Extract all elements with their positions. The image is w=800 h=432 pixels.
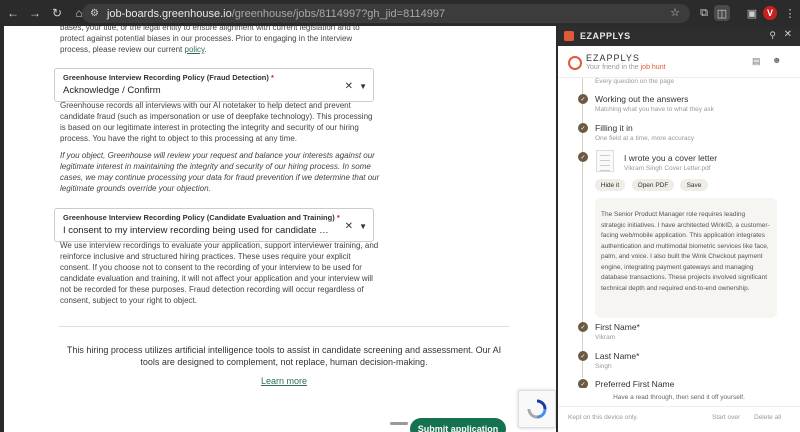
candidate-evaluation-value: I consent to my interview recording bein… bbox=[63, 225, 333, 236]
field-title: First Name* bbox=[595, 322, 640, 332]
policy-link[interactable]: policy bbox=[185, 45, 205, 54]
field-title: Last Name* bbox=[595, 351, 640, 361]
intro-paragraph: bases, your title, or the legal entity t… bbox=[60, 26, 360, 54]
ezapplys-side-panel: EZAPPLYS ⚲ ✕ EZAPPLYS Your friend in the… bbox=[558, 26, 800, 432]
side-panel-header: EZAPPLYS ⚲ ✕ bbox=[558, 26, 800, 46]
pin-icon[interactable]: ⚲ bbox=[769, 30, 776, 41]
learn-more-link[interactable]: Learn more bbox=[261, 376, 307, 386]
candidate-evaluation-description: We use interview recordings to evaluate … bbox=[60, 241, 379, 305]
field-value: Singh bbox=[595, 363, 612, 370]
clear-icon[interactable]: ✕ bbox=[345, 81, 353, 92]
check-icon: ✓ bbox=[578, 152, 588, 162]
chart-icon[interactable]: ▤ bbox=[752, 56, 761, 67]
forward-icon[interactable]: → bbox=[26, 4, 44, 22]
fraud-detection-objection: If you object, Greenhouse will review yo… bbox=[60, 151, 380, 193]
open-pdf-button[interactable]: Open PDF bbox=[632, 179, 674, 191]
hide-it-button[interactable]: Hide it bbox=[595, 179, 625, 191]
step-title: Working out the answers bbox=[595, 94, 689, 104]
save-button[interactable]: Save bbox=[680, 179, 708, 191]
chevron-down-icon[interactable]: ▼ bbox=[359, 222, 367, 231]
site-info-icon[interactable]: ⚙ bbox=[90, 8, 99, 19]
extensions-icon[interactable]: ⧉ bbox=[696, 5, 712, 21]
submit-application-button[interactable]: Submit application bbox=[410, 418, 506, 432]
check-icon: ✓ bbox=[578, 94, 588, 104]
field-value: Vikram bbox=[595, 334, 616, 341]
bookmark-star-icon[interactable]: ☆ bbox=[670, 6, 680, 19]
check-icon: ✓ bbox=[578, 351, 588, 361]
back-icon[interactable]: ← bbox=[4, 4, 22, 22]
delete-all-button[interactable]: Delete all bbox=[754, 414, 781, 421]
brand-header: EZAPPLYS Your friend in the job hunt ▤ ☻ bbox=[558, 46, 800, 78]
review-note: Have a read through, then send it off yo… bbox=[613, 394, 745, 401]
section-divider bbox=[59, 326, 509, 327]
side-panel-title: EZAPPLYS bbox=[580, 31, 631, 41]
address-bar[interactable]: ⚙ job-boards.greenhouse.io /greenhouse/j… bbox=[82, 4, 690, 23]
step-subtitle: Matching what you have to what they ask bbox=[595, 106, 714, 113]
recaptcha-icon bbox=[527, 399, 547, 419]
candidate-evaluation-label: Greenhouse Interview Recording Policy (C… bbox=[63, 213, 340, 222]
cover-letter-preview: The Senior Product Manager role requires… bbox=[595, 198, 777, 318]
document-icon bbox=[596, 150, 614, 172]
progress-steps: Every question on the page ✓ Working out… bbox=[558, 78, 800, 388]
step-subtitle: One field at a time, more accuracy bbox=[595, 135, 694, 142]
start-over-button[interactable]: Start over bbox=[712, 414, 740, 421]
learn-more-wrap: Learn more bbox=[4, 376, 556, 386]
reload-icon[interactable]: ↻ bbox=[48, 4, 66, 22]
local-storage-note: Kept on this device only. bbox=[568, 414, 638, 421]
recaptcha-badge[interactable] bbox=[518, 390, 556, 428]
ai-notice: This hiring process utilizes artificial … bbox=[66, 345, 502, 367]
check-icon: ✓ bbox=[578, 123, 588, 133]
clear-icon[interactable]: ✕ bbox=[345, 221, 353, 232]
url-host: job-boards.greenhouse.io bbox=[106, 7, 232, 20]
field-title: Preferred First Name bbox=[595, 379, 675, 388]
side-panel-icon[interactable]: ◫ bbox=[714, 5, 730, 21]
brand-tagline: Your friend in the job hunt bbox=[586, 64, 666, 71]
scroll-handle bbox=[390, 422, 408, 425]
job-application-page: bases, your title, or the legal entity t… bbox=[4, 26, 556, 432]
person-icon[interactable]: ☻ bbox=[772, 55, 781, 65]
fraud-detection-description: Greenhouse records all interviews with o… bbox=[60, 101, 373, 143]
close-icon[interactable]: ✕ bbox=[784, 29, 792, 40]
fraud-detection-value: Acknowledge / Confirm bbox=[63, 85, 161, 96]
footer-divider bbox=[558, 406, 800, 407]
brand-name: EZAPPLYS bbox=[586, 53, 640, 63]
cover-letter-filename: Vikram Singh Cover Letter.pdf bbox=[624, 165, 711, 172]
url-path: /greenhouse/jobs/8114997?gh_jid=8114997 bbox=[231, 7, 446, 20]
check-icon: ✓ bbox=[578, 322, 588, 332]
brand-logo-icon bbox=[568, 56, 582, 70]
candidate-evaluation-select[interactable]: Greenhouse Interview Recording Policy (C… bbox=[54, 208, 374, 242]
fraud-detection-select[interactable]: Greenhouse Interview Recording Policy (F… bbox=[54, 68, 374, 102]
step-subtitle: Every question on the page bbox=[595, 78, 675, 85]
check-icon: ✓ bbox=[578, 379, 588, 388]
chevron-down-icon[interactable]: ▼ bbox=[359, 82, 367, 91]
step-title: Filling it in bbox=[595, 123, 633, 133]
profile-avatar[interactable]: V bbox=[763, 6, 777, 20]
menu-icon[interactable]: ⋮ bbox=[782, 5, 798, 21]
ezapplys-logo-icon bbox=[564, 31, 574, 41]
puzzle-icon[interactable]: ▣ bbox=[744, 5, 760, 21]
fraud-detection-label: Greenhouse Interview Recording Policy (F… bbox=[63, 73, 274, 82]
cover-letter-title: I wrote you a cover letter bbox=[624, 153, 718, 163]
